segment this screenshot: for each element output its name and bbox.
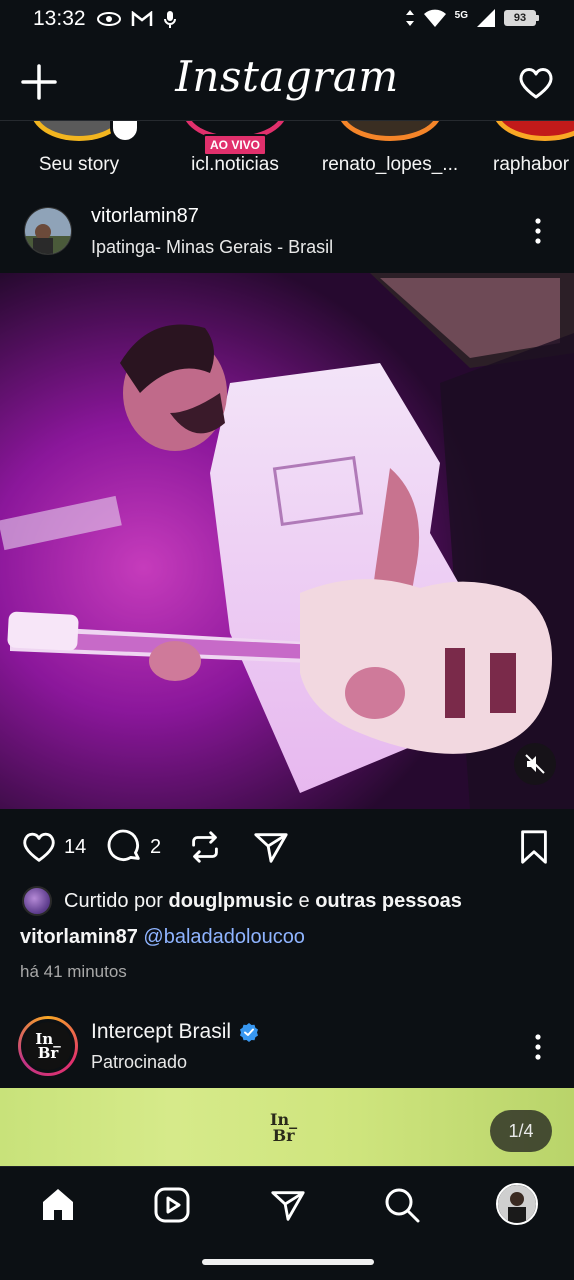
wifi-icon [423,9,446,27]
repost-action [186,828,224,866]
status-left-icons [97,9,177,29]
story-label: raphabor [493,154,570,175]
stories-tray[interactable]: Seu story AO VIVO icl.noticias renato_lo… [0,120,574,188]
story-label: Seu story [38,154,120,175]
like-count[interactable]: 14 [64,836,86,859]
nav-reels-button[interactable] [152,1185,192,1225]
avatar-image [25,208,71,254]
post-caption: vitorlamin87 @baladadoloucoo [20,926,305,949]
add-story-badge [110,121,140,143]
post-media[interactable] [0,273,574,809]
liker-avatar [22,886,52,916]
gesture-home-indicator[interactable] [202,1259,374,1265]
sponsored-options-button[interactable] [526,1032,550,1062]
sponsor-name-row: Intercept Brasil [91,1020,259,1044]
gmail-icon [131,11,153,26]
story-label: icl.noticias [191,154,279,175]
sponsored-post-header: In_ Br Intercept Brasil Patrocinado [0,1010,574,1086]
liked-by-joiner: e [298,889,310,912]
sponsor-logo: In_ Br [24,1022,72,1070]
data-arrows-icon [405,10,414,26]
bookmark-icon[interactable] [516,828,552,866]
sponsored-media[interactable]: In_ Br 1/4 [0,1088,574,1166]
sponsored-label: Patrocinado [91,1052,188,1072]
post-header: vitorlamin87 Ipatinga- Minas Gerais - Br… [0,196,574,270]
nav-profile-button[interactable] [496,1183,538,1225]
nav-home-button[interactable] [38,1185,78,1225]
post-timestamp: há 41 minutos [20,962,127,981]
save-action [516,828,552,866]
post-photo [0,273,574,809]
liked-by-user[interactable]: douglpmusic [169,890,293,912]
signal-icon [477,9,495,27]
mute-toggle-button[interactable] [514,743,556,785]
send-icon [271,1191,305,1221]
liked-by-text: Curtido por douglpmusic e outras pessoas [64,890,462,913]
app-header: Instagram [0,48,574,120]
like-action: 14 [20,828,86,866]
caption-mention[interactable]: @baladadoloucoo [143,926,305,948]
more-vertical-icon [535,218,541,244]
search-icon [385,1188,420,1223]
network-label: 5G [454,9,468,21]
eye-notification-icon [97,12,121,26]
battery-level: 93 [513,12,527,24]
status-time: 13:32 [33,7,86,30]
share-action [252,828,290,866]
send-icon[interactable] [252,828,290,866]
status-bar: 13:32 5G 93 [0,0,574,40]
muted-speaker-icon [525,754,545,774]
post-location[interactable]: Ipatinga- Minas Gerais - Brasil [91,237,333,258]
post-actions: 14 2 [0,820,574,874]
notifications-button[interactable] [516,63,556,103]
status-right-icons: 5G 93 [405,8,539,28]
sponsor-media-logo: In_ Br [270,1110,298,1145]
nav-direct-button[interactable] [268,1185,308,1225]
home-icon [43,1189,73,1220]
story-avatar [493,121,574,141]
liked-by-prefix: Curtido por [64,889,163,912]
carousel-counter: 1/4 [490,1110,552,1152]
profile-avatar [498,1185,536,1223]
comment-bubble-icon[interactable] [106,828,144,866]
live-badge: AO VIVO [202,134,268,156]
story-label: renato_lopes_... [321,154,459,175]
nav-search-button[interactable] [382,1185,422,1225]
reels-icon [154,1187,190,1223]
post-username[interactable]: vitorlamin87 [91,205,199,228]
comment-action: 2 [106,828,161,866]
post-author-avatar[interactable] [24,207,72,255]
post-options-button[interactable] [526,216,550,246]
like-heart-icon[interactable] [20,828,58,866]
liked-by-others[interactable]: outras pessoas [315,890,462,912]
more-vertical-icon [535,1034,541,1060]
verified-badge-icon [240,1023,259,1042]
story-avatar [338,121,442,141]
repost-icon[interactable] [186,828,224,866]
mic-icon [164,11,176,28]
liked-by-row[interactable]: Curtido por douglpmusic e outras pessoas [22,884,562,918]
caption-username[interactable]: vitorlamin87 [20,926,138,948]
bottom-navigation [0,1166,574,1280]
instagram-logo: Instagram [175,52,399,101]
sponsor-avatar[interactable]: In_ Br [18,1016,78,1076]
sponsor-name[interactable]: Intercept Brasil [91,1020,231,1044]
battery-icon: 93 [504,10,539,26]
heart-icon [519,68,553,99]
comment-count[interactable]: 2 [150,836,161,859]
